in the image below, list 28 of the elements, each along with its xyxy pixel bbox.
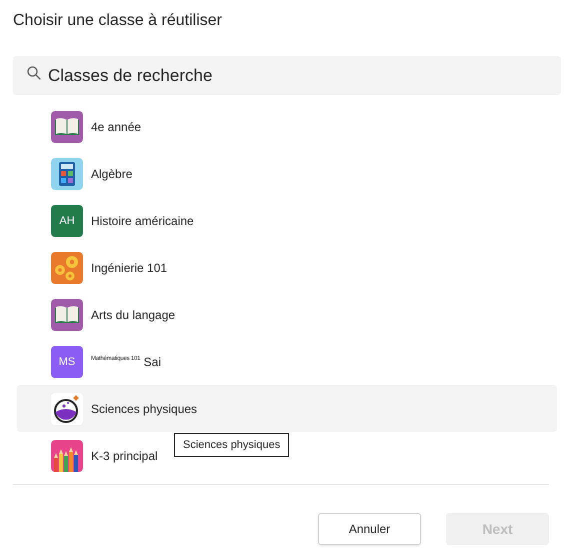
class-item[interactable]: Ingénierie 101	[17, 244, 174, 291]
search-field[interactable]: Classes de recherche	[13, 56, 561, 95]
dialog-title: Choisir une classe à réutiliser	[13, 11, 223, 31]
class-name: Arts du langage	[91, 308, 176, 322]
book-icon	[51, 298, 83, 330]
cancel-button[interactable]: Annuler	[318, 513, 421, 545]
initials-avatar: AH	[51, 204, 83, 236]
book-icon	[51, 110, 83, 142]
class-name: 4e année	[91, 120, 142, 134]
class-name: Algèbre	[91, 166, 132, 180]
calculator-icon	[51, 158, 83, 190]
initials-avatar: MS	[51, 346, 83, 378]
class-name: Ingénierie 101	[91, 260, 168, 274]
class-name: K-3 principal	[91, 448, 158, 462]
tooltip: Sciences physiques	[174, 433, 290, 457]
class-item[interactable]: Algèbre	[17, 150, 138, 197]
class-name: Sciences physiques	[91, 402, 198, 416]
class-item[interactable]: MS $^{Mathématiques 101}$ Sai	[17, 338, 167, 385]
class-name: Histoire américaine	[91, 214, 194, 228]
flask-icon	[51, 392, 83, 424]
class-item[interactable]: Arts du langage	[17, 291, 182, 338]
class-item[interactable]: Sciences physiques	[17, 385, 557, 432]
class-item[interactable]: K-3 principal	[17, 432, 164, 479]
class-item[interactable]: AH Histoire américaine	[17, 197, 200, 244]
pencils-icon	[51, 440, 83, 472]
gears-icon	[51, 252, 83, 284]
class-name: $^{Mathématiques 101}$ Sai	[91, 354, 161, 368]
class-item[interactable]: 4e année	[17, 103, 148, 150]
